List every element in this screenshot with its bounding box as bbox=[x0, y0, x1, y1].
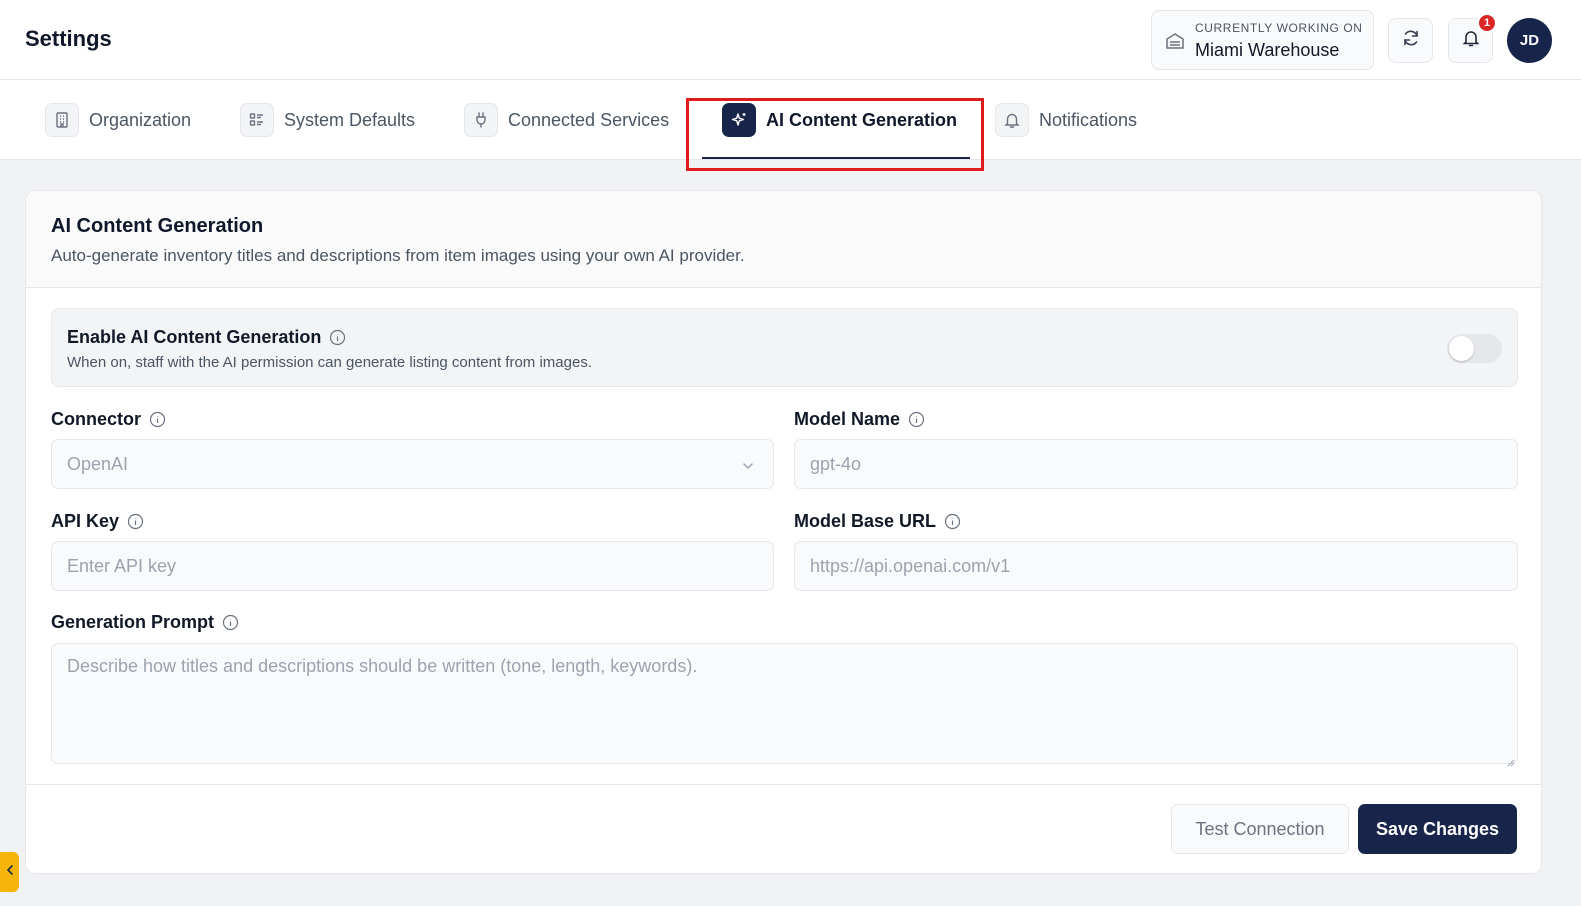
tab-system-defaults[interactable]: System Defaults bbox=[240, 80, 415, 160]
model-base-url-input[interactable]: https://api.openai.com/v1 bbox=[794, 541, 1518, 591]
generation-prompt-label: Generation Prompt bbox=[51, 612, 239, 633]
notification-badge: 1 bbox=[1477, 13, 1497, 33]
model-name-label-text: Model Name bbox=[794, 409, 901, 429]
info-icon[interactable] bbox=[149, 411, 166, 428]
enable-ai-description: When on, staff with the AI permission ca… bbox=[67, 354, 592, 371]
toggle-knob bbox=[1449, 336, 1474, 361]
model-name-label: Model Name bbox=[794, 409, 925, 430]
api-key-label-text: API Key bbox=[51, 511, 120, 531]
top-bar: Settings CURRENTLY WORKING ON Miami Ware… bbox=[0, 0, 1581, 80]
info-icon[interactable] bbox=[329, 329, 346, 346]
list-icon bbox=[240, 103, 274, 137]
info-icon[interactable] bbox=[127, 513, 144, 530]
api-key-input[interactable]: Enter API key bbox=[51, 541, 774, 591]
tab-notifications[interactable]: Notifications bbox=[995, 80, 1137, 160]
plug-icon bbox=[464, 103, 498, 137]
model-name-placeholder: gpt-4o bbox=[810, 453, 862, 474]
model-base-url-placeholder: https://api.openai.com/v1 bbox=[810, 555, 1011, 576]
sidebar-expand-button[interactable] bbox=[0, 852, 19, 892]
workspace-selector[interactable]: CURRENTLY WORKING ON Miami Warehouse bbox=[1151, 10, 1374, 70]
bell-icon bbox=[995, 103, 1029, 137]
model-base-url-label: Model Base URL bbox=[794, 511, 961, 532]
user-avatar[interactable]: JD bbox=[1507, 18, 1552, 63]
page-title: Settings bbox=[25, 26, 112, 51]
enable-ai-row: Enable AI Content Generation When on, st… bbox=[51, 308, 1518, 387]
generation-prompt-textarea[interactable]: Describe how titles and descriptions sho… bbox=[51, 643, 1518, 767]
tab-connected-services[interactable]: Connected Services bbox=[464, 80, 669, 160]
card-title: AI Content Generation bbox=[51, 215, 264, 237]
warehouse-icon bbox=[1165, 31, 1185, 51]
workspace-caption: CURRENTLY WORKING ON bbox=[1195, 21, 1363, 35]
workspace-name: Miami Warehouse bbox=[1195, 40, 1340, 60]
api-key-label: API Key bbox=[51, 511, 144, 532]
connector-label-text: Connector bbox=[51, 409, 141, 429]
connector-select[interactable]: OpenAI bbox=[51, 439, 774, 489]
generation-prompt-label-text: Generation Prompt bbox=[51, 612, 215, 632]
chevron-left-icon bbox=[5, 863, 15, 881]
info-icon[interactable] bbox=[944, 513, 961, 530]
resize-handle-icon[interactable] bbox=[1505, 751, 1515, 767]
chevron-down-icon bbox=[741, 457, 755, 471]
tab-label: Organization bbox=[89, 109, 192, 130]
model-base-url-label-text: Model Base URL bbox=[794, 511, 937, 531]
enable-ai-title: Enable AI Content Generation bbox=[67, 327, 346, 348]
building-icon bbox=[45, 103, 79, 137]
card-header: AI Content Generation Auto-generate inve… bbox=[26, 191, 1541, 288]
api-key-placeholder: Enter API key bbox=[67, 555, 177, 576]
bell-icon bbox=[1461, 28, 1481, 53]
card-footer-divider bbox=[26, 784, 1541, 785]
highlight-annotation bbox=[686, 98, 984, 171]
generation-prompt-placeholder: Describe how titles and descriptions sho… bbox=[67, 656, 698, 676]
model-name-input[interactable]: gpt-4o bbox=[794, 439, 1518, 489]
refresh-button[interactable] bbox=[1388, 18, 1433, 63]
save-changes-button[interactable]: Save Changes bbox=[1358, 804, 1517, 854]
ai-settings-card: AI Content Generation Auto-generate inve… bbox=[25, 190, 1542, 874]
tab-label: Connected Services bbox=[508, 109, 670, 130]
tab-label: System Defaults bbox=[284, 109, 416, 130]
connector-value: OpenAI bbox=[67, 453, 129, 474]
tab-label: Notifications bbox=[1039, 109, 1138, 130]
info-icon[interactable] bbox=[222, 614, 239, 631]
tab-organization[interactable]: Organization bbox=[45, 80, 191, 160]
info-icon[interactable] bbox=[908, 411, 925, 428]
test-connection-button[interactable]: Test Connection bbox=[1171, 804, 1349, 854]
refresh-icon bbox=[1401, 28, 1421, 53]
enable-ai-toggle[interactable] bbox=[1447, 334, 1502, 363]
card-description: Auto-generate inventory titles and descr… bbox=[51, 246, 745, 265]
connector-label: Connector bbox=[51, 409, 166, 430]
enable-ai-label: Enable AI Content Generation bbox=[67, 327, 322, 347]
